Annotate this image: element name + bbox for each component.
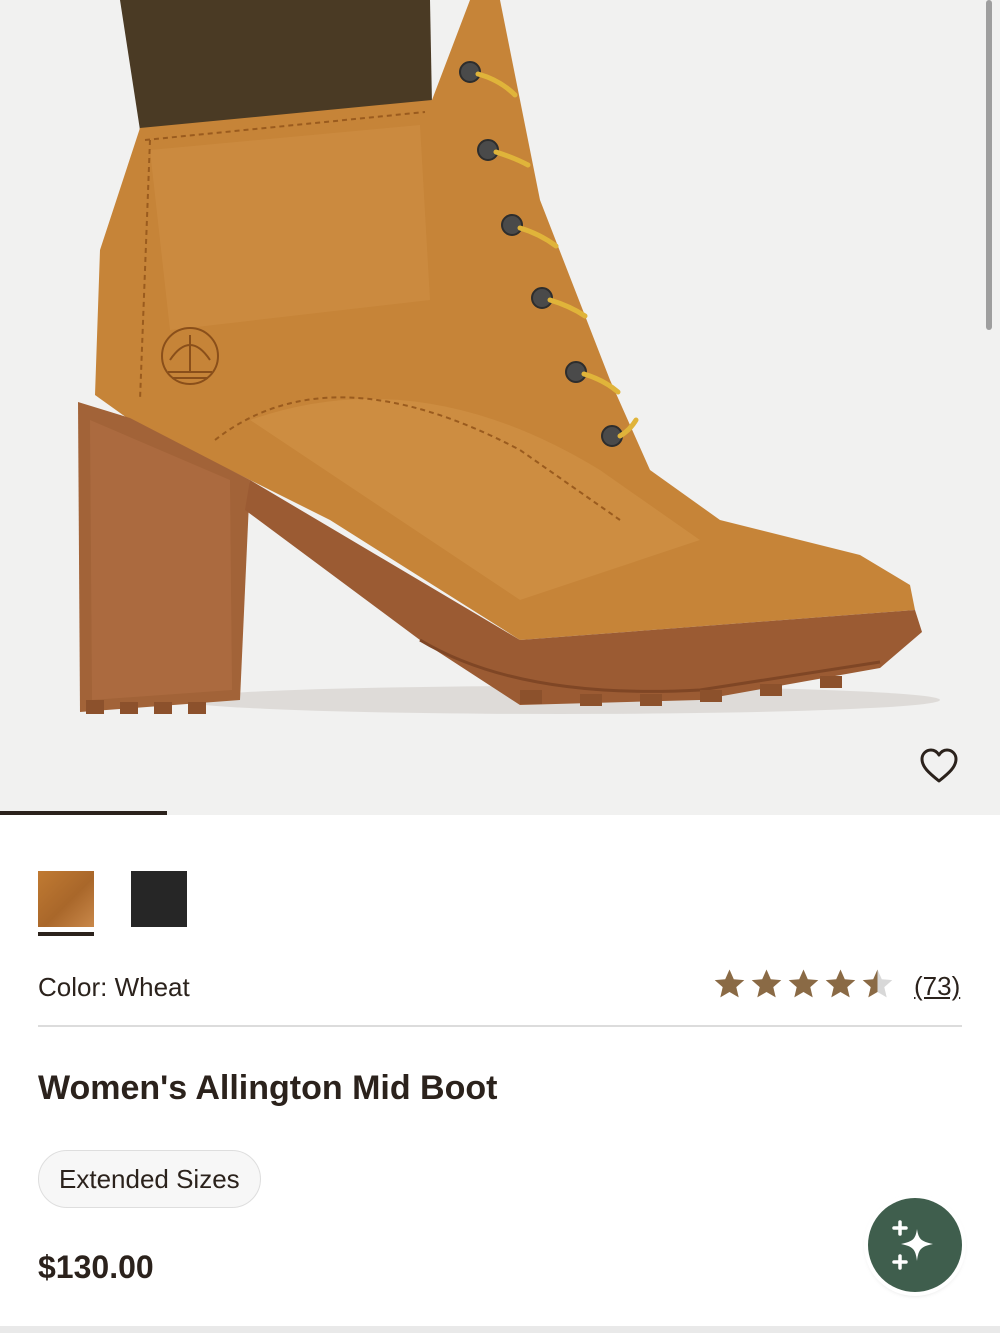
swatch-wheat[interactable] [38,871,94,927]
gallery-scrollbar[interactable] [986,0,992,330]
divider [38,1025,962,1027]
assistant-button[interactable] [868,1198,962,1292]
product-price: $130.00 [38,1249,154,1285]
extended-sizes-label: Extended Sizes [59,1163,240,1194]
gallery-progress-fill [0,811,167,815]
product-image-gallery[interactable] [0,0,1000,815]
rating-stars[interactable] [713,968,894,1001]
star-icon [862,969,893,998]
wishlist-button[interactable] [916,745,962,787]
swatch-black[interactable] [131,871,187,927]
review-count-link[interactable]: (73) [914,971,960,1002]
sparkle-icon [892,1220,933,1270]
star-icon [788,969,819,998]
boot-product-image [78,0,940,714]
extended-sizes-tag[interactable]: Extended Sizes [38,1150,261,1208]
star-icon [714,969,745,998]
gallery-progress [0,811,1000,815]
star-icon [751,969,782,998]
selected-color-label: Color: Wheat [38,972,190,1002]
selected-swatch-indicator [38,932,94,936]
star-icon [825,969,856,998]
bottom-bar [0,1326,1000,1333]
heart-outline-icon [920,748,958,783]
product-title: Women's Allington Mid Boot [38,1069,498,1107]
